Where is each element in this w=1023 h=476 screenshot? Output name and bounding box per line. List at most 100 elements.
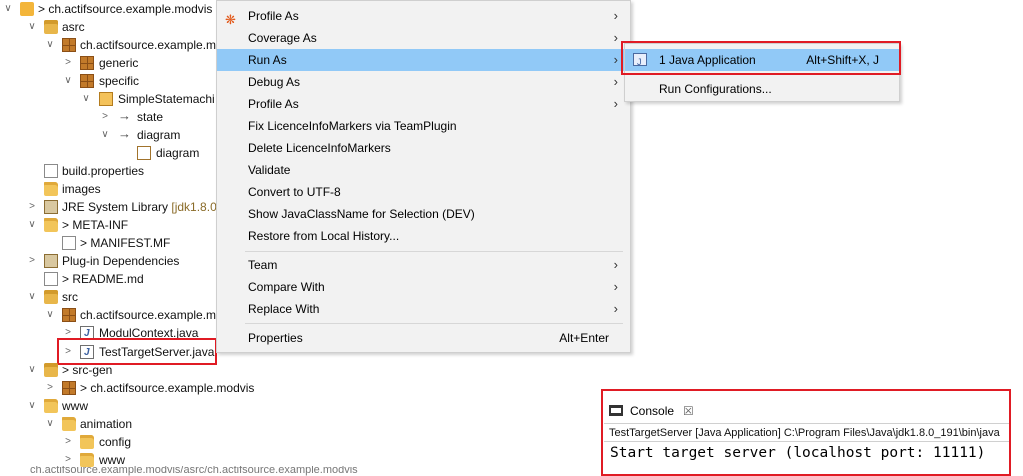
submenu-arrow-icon: › [613,30,618,45]
source-folder-icon [44,290,58,304]
chevron-down-icon[interactable]: ∨ [44,306,56,324]
menu-item-label: Convert to UTF-8 [248,185,341,199]
menu-item-label: Coverage As [248,31,317,45]
menu-separator [245,251,623,252]
menu-item-debug-as[interactable]: Debug As › [217,71,630,93]
chevron-down-icon[interactable]: ∨ [26,18,38,36]
menu-item-label: Compare With [248,280,325,294]
source-folder-icon [44,363,58,377]
status-path: ch.actifsource.example.modvis/asrc/ch.ac… [0,466,600,476]
folder-icon [62,417,76,431]
close-icon[interactable]: ☒ [683,400,694,422]
package-icon [62,38,76,52]
tree-item-label: diagram [137,128,181,142]
menu-item-label: Run Configurations... [659,82,772,96]
chevron-right-icon[interactable]: > [44,379,56,397]
status-path-text: ch.actifsource.example.modvis/asrc/ch.ac… [30,466,358,476]
menu-item-label: Fix LicenceInfoMarkers via TeamPlugin [248,119,457,133]
submenu-arrow-icon: › [613,279,618,294]
tree-item-label: images [62,182,101,196]
package-icon [62,381,76,395]
menu-item-label: Debug As [248,75,301,89]
menu-item-compare-with[interactable]: Compare With › [217,276,630,298]
menu-item-team[interactable]: Team › [217,254,630,276]
menu-item-validate[interactable]: Validate [217,159,630,181]
tree-item-label: > META-INF [62,218,129,232]
menu-item-profile-as[interactable]: ❋ Profile As › [217,5,630,27]
diagram-icon [137,146,151,160]
menu-separator [245,323,623,324]
divider [604,441,1009,442]
menu-item-label: Team [248,258,278,272]
context-menu: ❋ Profile As › Coverage As › Run As › De… [216,0,631,353]
tree-item-label: state [137,110,164,124]
folder-icon [44,399,58,413]
menu-item-restore-history[interactable]: Restore from Local History... [217,225,630,247]
library-icon [44,254,58,268]
tree-item-label: generic [99,56,139,70]
chevron-down-icon[interactable]: ∨ [80,90,92,108]
menu-item-replace-with[interactable]: Replace With › [217,298,630,320]
menu-item-label: Run As [248,53,287,67]
chevron-down-icon[interactable]: ∨ [2,0,14,18]
menu-item-accelerator: Alt+Enter [559,331,609,345]
menu-item-label: Properties [248,331,303,345]
menu-item-coverage-as[interactable]: Coverage As › [217,27,630,49]
package-icon [62,308,76,322]
file-icon [62,236,76,250]
menu-item-profile-as-2[interactable]: Profile As › [217,93,630,115]
menu-item-label: Restore from Local History... [248,229,400,243]
folder-icon [44,218,58,232]
tree-item-label: config [99,435,132,449]
menu-item-label: Profile As [248,97,299,111]
menu-item-fix-licence[interactable]: Fix LicenceInfoMarkers via TeamPlugin [217,115,630,137]
tree-item-label: JRE System Library [62,200,169,214]
chevron-down-icon[interactable]: ∨ [26,216,38,234]
divider [604,423,1009,424]
tree-item-label: ch.actifsource.example.m [80,38,217,52]
tree-item-label: ch.actifsource.example.m [80,308,217,322]
submenu-arrow-icon: › [613,74,618,89]
menu-item-label: Validate [248,163,291,177]
file-icon [44,164,58,178]
submenu-arrow-icon: › [613,257,618,272]
highlight-box [621,41,901,75]
tree-item-label: animation [80,417,133,431]
arrow-icon [118,107,132,125]
chevron-right-icon[interactable]: > [99,108,111,126]
chevron-down-icon[interactable]: ∨ [62,72,74,90]
chevron-down-icon[interactable]: ∨ [99,126,111,144]
tree-item-label: > MANIFEST.MF [80,236,171,250]
menu-item-label: Profile As [248,9,299,23]
chevron-right-icon[interactable]: > [26,252,38,270]
tree-item-label: > README.md [62,272,144,286]
console-icon [609,405,623,416]
tree-item-label: > ch.actifsource.example.modvis [38,2,213,16]
menu-item-run-configurations[interactable]: Run Configurations... [625,78,899,100]
chevron-down-icon[interactable]: ∨ [26,361,38,379]
menu-item-run-as[interactable]: Run As › [217,49,630,71]
tree-item-label: asrc [62,20,85,34]
chevron-right-icon[interactable]: > [62,433,74,451]
chevron-right-icon[interactable]: > [26,198,38,216]
source-folder-icon [44,20,58,34]
chevron-down-icon[interactable]: ∨ [44,415,56,433]
menu-item-show-classname[interactable]: Show JavaClassName for Selection (DEV) [217,203,630,225]
tree-item-label: www [62,399,88,413]
console-output: Start target server (localhost port: 111… [610,445,986,461]
tree-item-label: > src-gen [62,363,113,377]
chevron-down-icon[interactable]: ∨ [26,288,38,306]
tree-item-label: > ch.actifsource.example.modvis [80,381,255,395]
submenu-arrow-icon: › [613,301,618,316]
menu-item-delete-licence[interactable]: Delete LicenceInfoMarkers [217,137,630,159]
chevron-down-icon[interactable]: ∨ [44,36,56,54]
submenu-arrow-icon: › [613,52,618,67]
chevron-down-icon[interactable]: ∨ [26,397,38,415]
menu-item-convert-utf8[interactable]: Convert to UTF-8 [217,181,630,203]
arrow-icon [118,125,132,143]
menu-item-properties[interactable]: Properties Alt+Enter [217,327,630,349]
menu-item-label: Show JavaClassName for Selection (DEV) [248,207,475,221]
chevron-right-icon[interactable]: > [62,54,74,72]
package-icon [80,56,94,70]
tree-item-label: diagram [156,146,200,160]
